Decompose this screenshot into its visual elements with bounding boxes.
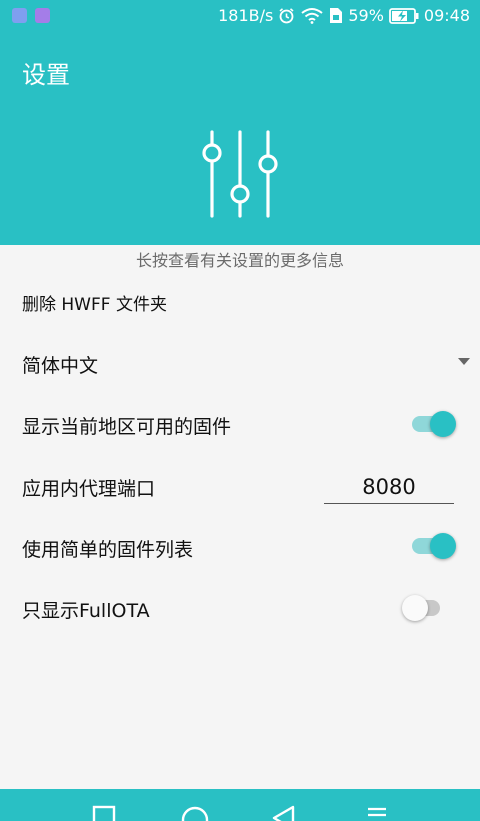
language-select[interactable]: 简体中文	[22, 351, 462, 378]
wifi-icon	[301, 8, 323, 24]
delete-hwff-folder-label: 删除 HWFF 文件夹	[22, 295, 167, 315]
show-fullota-only-label: 只显示FullOTA	[22, 600, 150, 622]
status-bar: 181B/s 59% 09:48	[0, 0, 480, 32]
notification-icons	[12, 8, 50, 23]
page-title: 设置	[22, 61, 70, 89]
app-icon-1	[12, 8, 27, 23]
menu-icon[interactable]	[366, 805, 388, 821]
proxy-port-input[interactable]	[324, 470, 454, 504]
status-indicators: 181B/s 59% 09:48	[218, 6, 470, 25]
simple-firmware-list-switch[interactable]	[410, 532, 456, 560]
app-icon-2	[35, 8, 50, 23]
dropdown-arrow-icon[interactable]	[458, 358, 470, 365]
show-fullota-only-item[interactable]: 只显示FullOTA	[22, 596, 462, 623]
sliders-icon	[202, 130, 278, 218]
switch-thumb	[402, 595, 428, 621]
clock: 09:48	[423, 6, 470, 25]
header: 181B/s 59% 09:48 设置	[0, 0, 480, 245]
proxy-port-label: 应用内代理端口	[22, 478, 156, 500]
show-region-firmware-label: 显示当前地区可用的固件	[22, 416, 232, 438]
back-icon[interactable]	[271, 805, 297, 821]
navigation-bar	[0, 789, 480, 821]
net-speed: 181B/s	[218, 6, 274, 25]
switch-thumb	[430, 533, 456, 559]
delete-hwff-folder-item[interactable]: 删除 HWFF 文件夹	[22, 290, 462, 315]
simple-firmware-list-item[interactable]: 使用简单的固件列表	[22, 535, 462, 562]
sim-icon	[330, 8, 343, 23]
home-icon[interactable]	[180, 805, 210, 821]
recents-icon[interactable]	[92, 805, 116, 821]
show-fullota-only-switch[interactable]	[402, 594, 450, 622]
switch-thumb	[430, 411, 456, 437]
show-region-firmware-switch[interactable]	[410, 410, 456, 438]
battery-percent: 59%	[348, 6, 384, 25]
battery-charging-icon	[388, 7, 419, 24]
simple-firmware-list-label: 使用简单的固件列表	[22, 539, 194, 561]
alarm-icon	[279, 8, 294, 24]
settings-hint: 长按查看有关设置的更多信息	[135, 251, 344, 270]
language-selected-value: 简体中文	[22, 355, 99, 377]
show-region-firmware-item[interactable]: 显示当前地区可用的固件	[22, 412, 462, 439]
